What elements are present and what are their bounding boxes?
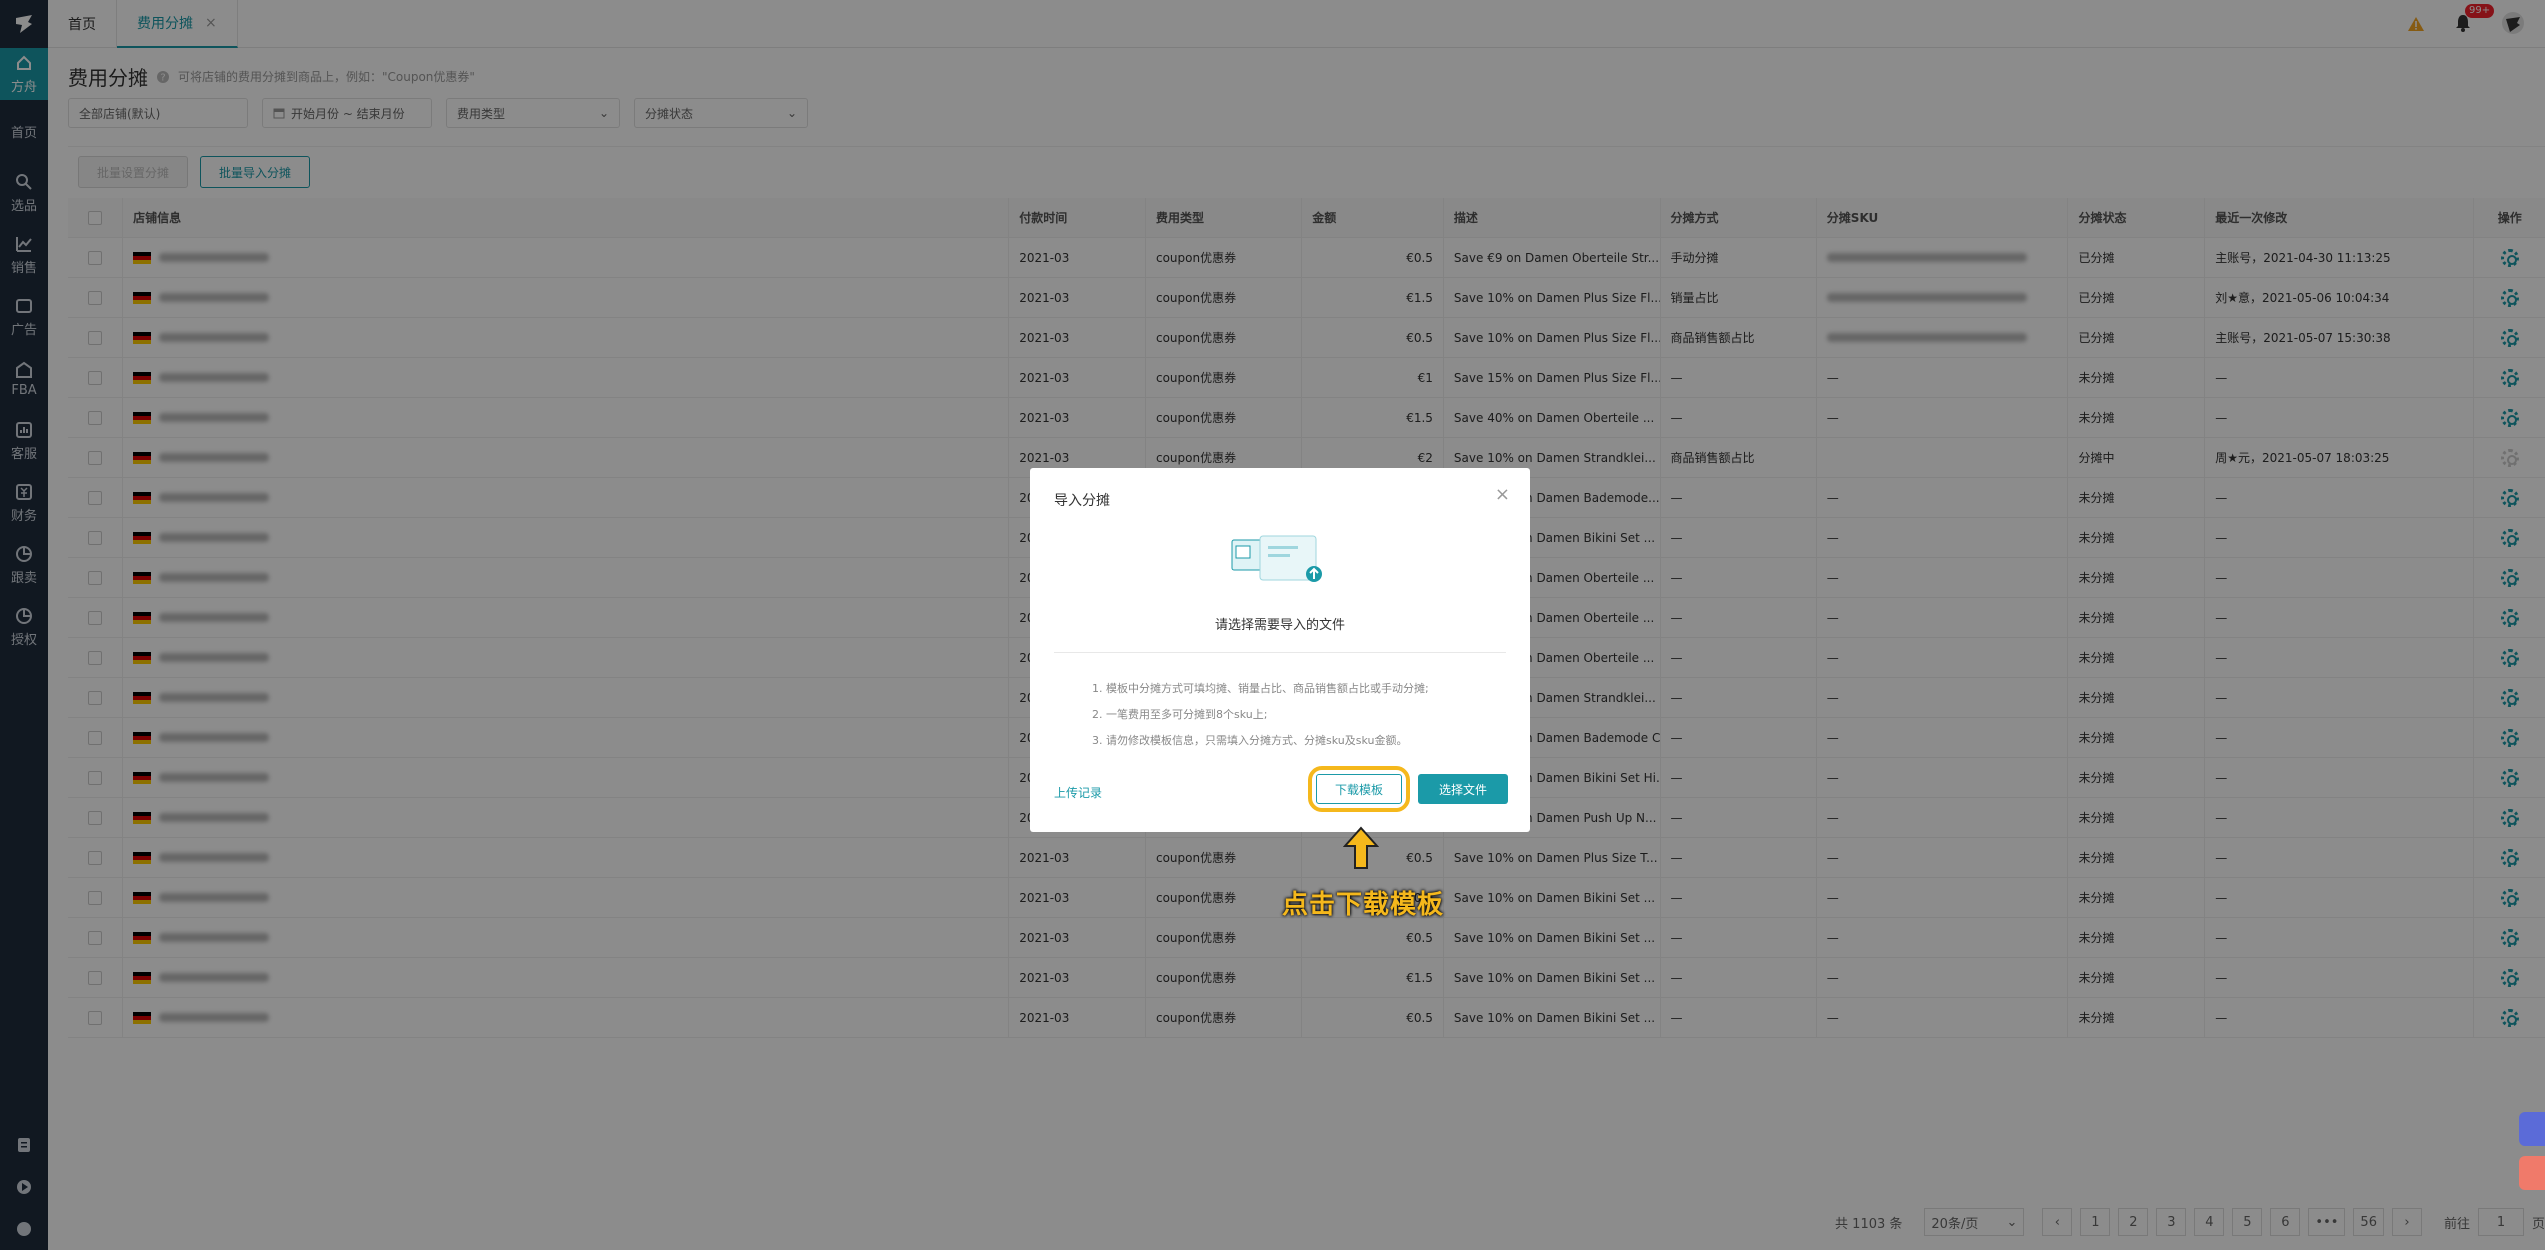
modal-notes: 1. 模板中分摊方式可填均摊、销量占比、商品销售额占比或手动分摊; 2. 一笔费…	[1092, 676, 1429, 754]
import-modal: 导入分摊 × 请选择需要导入的文件 1. 模板中分摊方式可填均摊、销量占比、商品…	[1030, 468, 1530, 832]
select-file-button[interactable]: 选择文件	[1418, 774, 1508, 804]
chat-float-button[interactable]	[2519, 1112, 2545, 1146]
modal-divider	[1054, 652, 1506, 653]
download-template-button[interactable]: 下载模板	[1316, 774, 1402, 804]
modal-prompt: 请选择需要导入的文件	[1214, 618, 1345, 633]
modal-title: 导入分摊	[1054, 493, 1110, 509]
upload-history-link[interactable]: 上传记录	[1054, 784, 1102, 801]
note-line: 1. 模板中分摊方式可填均摊、销量占比、商品销售额占比或手动分摊;	[1092, 682, 1429, 695]
annotation-text: 点击下载模板	[1282, 890, 1445, 920]
upload-illustration-icon	[1231, 535, 1322, 582]
note-line: 2. 一笔费用至多可分摊到8个sku上;	[1092, 708, 1268, 721]
close-icon[interactable]: ×	[1495, 484, 1510, 505]
gift-float-button[interactable]	[2519, 1156, 2545, 1190]
note-line: 3. 请勿修改模板信息，只需填入分摊方式、分摊sku及sku金额。	[1092, 734, 1408, 747]
arrow-up-icon	[1343, 826, 1379, 869]
